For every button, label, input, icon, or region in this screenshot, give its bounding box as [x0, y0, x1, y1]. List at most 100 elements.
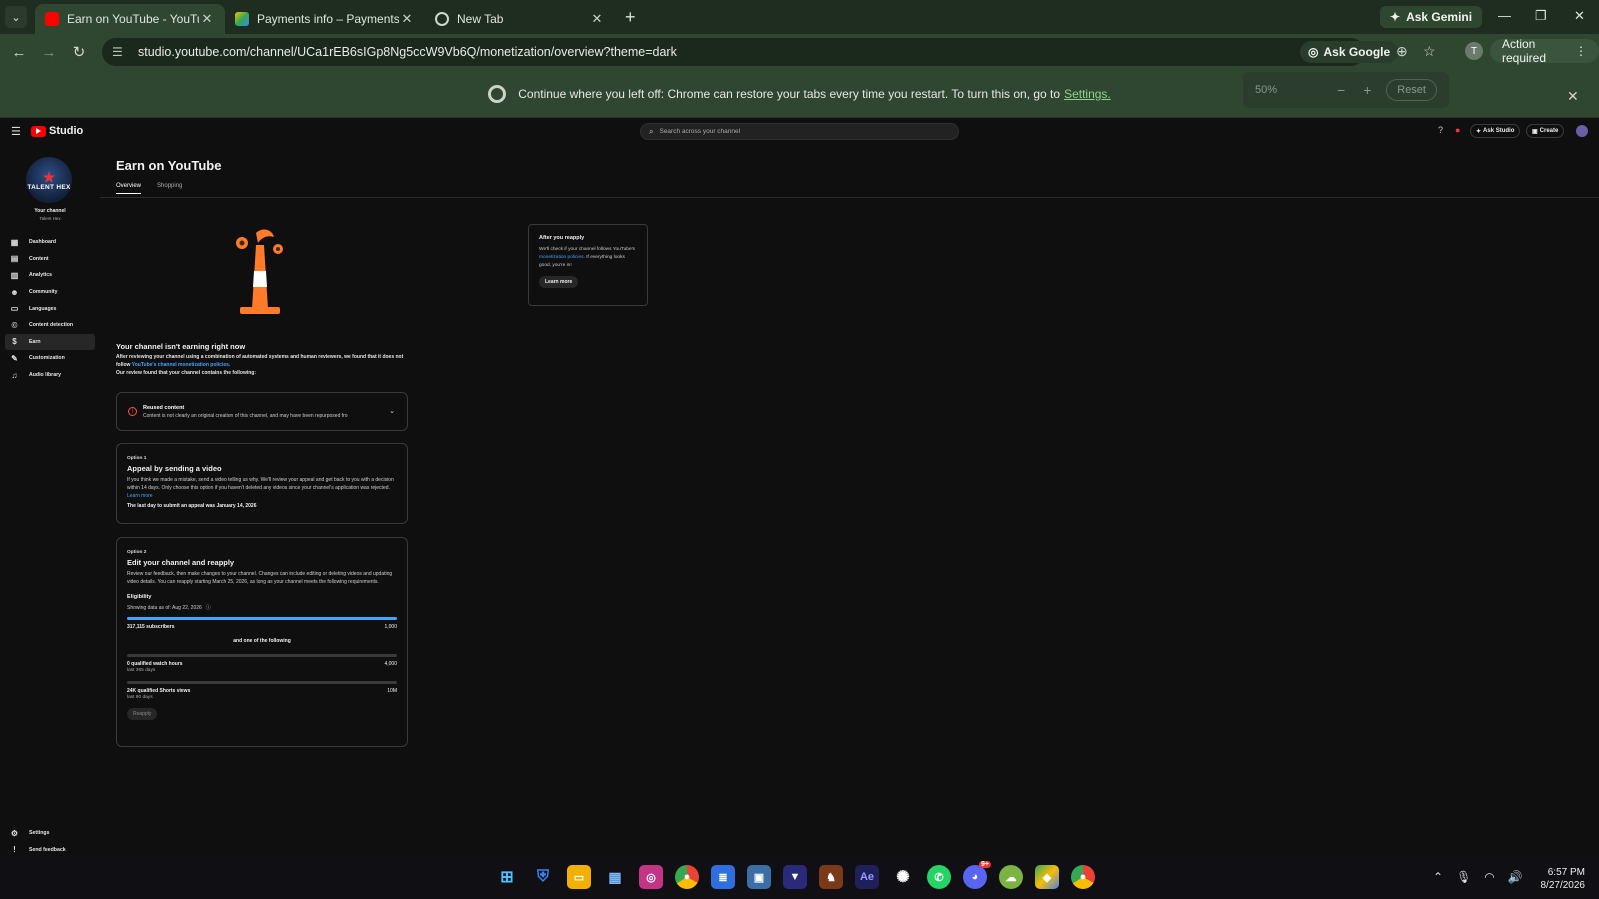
chrome-icon[interactable]: ●: [675, 865, 699, 889]
discord-icon[interactable]: ◕ 9+: [963, 861, 991, 889]
windows-start-icon[interactable]: ⊞: [495, 865, 519, 889]
zoom-icon[interactable]: ⊕: [1396, 43, 1408, 60]
learn-more-button[interactable]: Learn more: [539, 276, 579, 288]
after-effects-icon[interactable]: Ae: [855, 865, 879, 889]
feedback-icon: !: [13, 845, 16, 855]
file-explorer-icon[interactable]: ▭: [567, 865, 591, 889]
sidebar-item-send-feedback[interactable]: ! Send feedback: [5, 842, 95, 859]
game-icon[interactable]: ♞: [819, 865, 843, 889]
tab-payments-info[interactable]: Payments info – Payments – Go ✕: [225, 4, 425, 34]
tab-new-tab[interactable]: New Tab ✕: [425, 4, 615, 34]
infobar-close-icon[interactable]: ✕: [1567, 88, 1579, 105]
system-clock[interactable]: 6:57 PM 8/27/2026: [1530, 866, 1586, 892]
customization-icon: ✎: [11, 353, 18, 363]
monetization-policies-link[interactable]: YouTube's channel monetization policies.: [132, 362, 231, 368]
remote-desktop-icon[interactable]: ▣: [747, 865, 771, 889]
instagram-icon[interactable]: ◎: [639, 865, 663, 889]
chrome-active-icon[interactable]: ●: [1071, 865, 1095, 889]
help-icon[interactable]: ?: [1438, 125, 1443, 135]
tab-overview[interactable]: Overview: [116, 183, 142, 194]
close-icon[interactable]: ✕: [199, 11, 215, 27]
close-icon[interactable]: ✕: [399, 11, 415, 27]
minimize-button[interactable]: —: [1498, 8, 1511, 23]
after-reapply-title: After you reapply: [539, 235, 585, 241]
sidebar-item-audio-library[interactable]: ♫ Audio library: [5, 367, 95, 384]
action-required-button[interactable]: Action required ⋮: [1490, 37, 1599, 65]
sidebar-item-earn[interactable]: $ Earn: [5, 333, 95, 351]
sidebar-item-analytics[interactable]: ▥ Analytics: [5, 267, 95, 284]
zoom-reset-button[interactable]: Reset: [1386, 79, 1437, 101]
new-tab-button[interactable]: +: [625, 7, 636, 28]
system-tray: ⌃ 🎙 ◠ 🔊: [1433, 870, 1523, 884]
search-placeholder: Search across your channel: [659, 128, 741, 135]
notifications-icon[interactable]: ●: [1455, 125, 1460, 135]
option-text: If you think we made a mistake, send a v…: [127, 476, 397, 500]
channel-avatar[interactable]: ★ TALENT HEX: [26, 157, 72, 203]
address-bar[interactable]: ☰ studio.youtube.com/channel/UCa1rEB6sIG…: [102, 38, 1365, 66]
vpn-shield-icon[interactable]: ▼: [783, 865, 807, 889]
reload-button[interactable]: ↻: [64, 43, 94, 61]
content-detection-icon: ©: [11, 320, 18, 330]
back-button[interactable]: ←: [4, 44, 34, 61]
sidebar-item-content[interactable]: ▤ Content: [5, 251, 95, 268]
sidebar-item-content-detection[interactable]: © Content detection: [5, 317, 95, 334]
volume-icon[interactable]: 🔊: [1508, 870, 1523, 884]
sidebar-item-community[interactable]: ☻ Community: [5, 284, 95, 301]
notepad-icon[interactable]: ≣: [711, 865, 735, 889]
ask-google-button[interactable]: ◎ Ask Google: [1300, 41, 1399, 63]
languages-icon: ▭: [10, 304, 19, 314]
microphone-icon[interactable]: 🎙: [1456, 870, 1471, 884]
zoom-level: 50%: [1255, 84, 1278, 96]
close-icon[interactable]: ✕: [589, 11, 605, 27]
defender-shield-icon[interactable]: ⛨: [531, 865, 555, 889]
settings-link[interactable]: Settings.: [1064, 87, 1111, 101]
reused-content-card[interactable]: ! Reused content Content is not clearly …: [116, 392, 408, 431]
sidebar-item-dashboard[interactable]: ▦ Dashboard: [5, 234, 95, 251]
option-title: Appeal by sending a video: [127, 464, 222, 473]
site-info-icon[interactable]: ☰: [112, 45, 128, 59]
subscribers-target: 1,000: [384, 624, 397, 630]
sidebar-item-customization[interactable]: ✎ Customization: [5, 350, 95, 367]
sidebar-item-settings[interactable]: ⚙ Settings: [5, 825, 95, 842]
studio-search-input[interactable]: ⌕ Search across your channel: [640, 123, 959, 140]
audio-library-icon: ♫: [11, 370, 18, 380]
tab-earn-on-youtube[interactable]: Earn on YouTube - YouTube Stu ✕: [35, 4, 225, 34]
youtube-studio-logo[interactable]: Studio: [31, 125, 83, 137]
option-label: Option 1: [127, 456, 147, 461]
reused-content-desc: Content is not clearly an original creat…: [143, 412, 348, 419]
learn-more-link[interactable]: Learn more: [127, 493, 153, 499]
cloud-app-icon[interactable]: ☁: [999, 865, 1023, 889]
watch-hours-period: last 365 days: [127, 668, 156, 673]
forward-button[interactable]: →: [34, 44, 64, 61]
window-close-button[interactable]: ✕: [1574, 8, 1585, 24]
chevron-up-icon[interactable]: ⌃: [1433, 870, 1443, 884]
account-avatar[interactable]: [1576, 125, 1588, 137]
chevron-down-icon[interactable]: ⌄: [389, 407, 395, 415]
tab-shopping[interactable]: Shopping: [157, 183, 182, 194]
sidebar-item-languages[interactable]: ▭ Languages: [5, 300, 95, 317]
ask-studio-button[interactable]: ✦ Ask Studio: [1470, 124, 1521, 138]
tab-search-button[interactable]: ⌄: [5, 6, 27, 28]
watch-hours-progress-bar: [127, 654, 397, 657]
flower-center: [276, 247, 280, 251]
reapply-button[interactable]: Reapply: [127, 708, 158, 720]
hamburger-menu-icon[interactable]: ☰: [11, 125, 21, 138]
zoom-in-button[interactable]: +: [1363, 82, 1371, 98]
microsoft-store-icon[interactable]: ▦: [603, 865, 627, 889]
taskbar-apps: ⊞ ⛨ ▭ ▦ ◎ ● ≣ ▣ ▼ ♞ Ae ✺ ✆ ◕ 9+ ☁ ◆ ●: [495, 861, 1095, 889]
chatgpt-icon[interactable]: ✺: [891, 865, 915, 889]
zoom-out-button[interactable]: −: [1337, 82, 1345, 98]
zoom-popup: 50% − + Reset: [1243, 72, 1449, 108]
create-button[interactable]: ▣ Create: [1526, 124, 1565, 138]
wifi-icon[interactable]: ◠: [1484, 870, 1494, 884]
bluestacks-icon[interactable]: ◆: [1035, 865, 1059, 889]
data-as-of: Showing data as of: Aug 22, 2026 ⓘ: [127, 604, 397, 612]
monetization-policies-link[interactable]: monetization policies: [539, 255, 584, 260]
restore-button[interactable]: ❐: [1535, 8, 1547, 24]
whatsapp-icon[interactable]: ✆: [927, 865, 951, 889]
profile-avatar[interactable]: T: [1465, 42, 1483, 60]
info-icon[interactable]: ⓘ: [206, 604, 211, 611]
bookmark-star-icon[interactable]: ☆: [1423, 43, 1436, 60]
ask-gemini-button[interactable]: ✦ Ask Gemini: [1380, 6, 1483, 28]
after-text-1: We'll check if your channel follows YouT…: [539, 247, 635, 252]
